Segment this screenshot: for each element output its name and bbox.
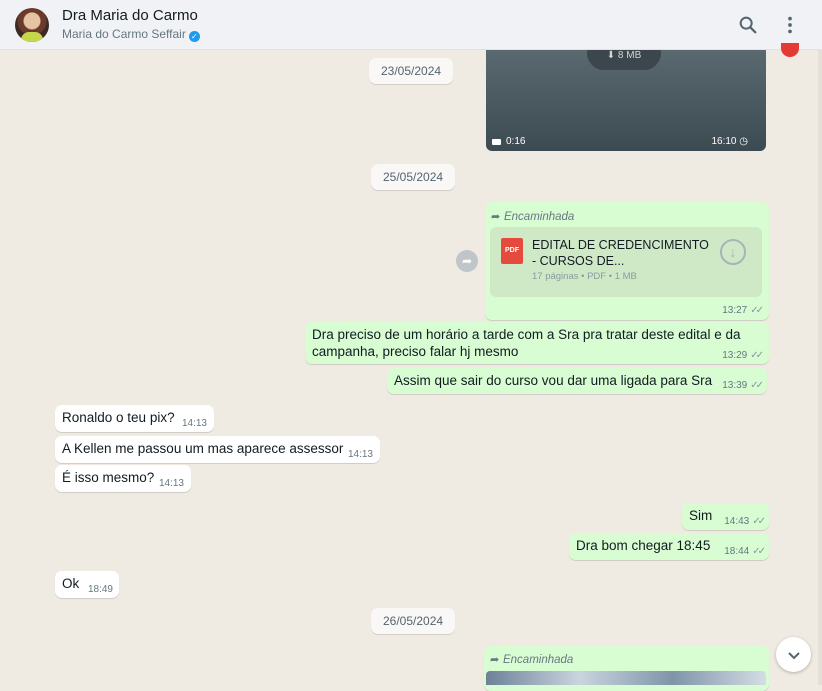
video-size: 8 MB — [617, 50, 642, 61]
message-time: 14:13 — [158, 478, 184, 489]
double-check-icon: ✓✓ — [752, 516, 766, 527]
message-text: Dra preciso de um horário a tarde com a … — [312, 327, 741, 359]
video-download-button[interactable]: ⬇ 8 MB — [587, 50, 661, 70]
message-text: A Kellen me passou um mas aparece assess… — [62, 441, 344, 456]
avatar[interactable] — [15, 8, 49, 42]
message-text: Sim — [689, 508, 713, 523]
message-meta: 18:44 ✓✓ — [724, 546, 766, 557]
message-bubble-outgoing[interactable]: Dra bom chegar 18:45 18:44 ✓✓ — [569, 533, 769, 560]
message-bubble-outgoing[interactable]: Dra preciso de um horário a tarde com a … — [305, 322, 769, 364]
message-time: 14:13 — [181, 418, 207, 429]
message-time: 18:49 — [87, 584, 113, 595]
date-separator: 26/05/2024 — [371, 608, 456, 634]
video-camera-icon — [492, 139, 501, 145]
date-separator: 23/05/2024 — [369, 58, 454, 84]
message-bubble-incoming[interactable]: É isso mesmo? 14:13 — [55, 465, 191, 492]
pdf-icon: PDF — [501, 238, 523, 264]
message-text: Ok — [62, 576, 80, 591]
message-meta: 13:29 ✓✓ — [722, 350, 764, 361]
message-time: 13:29 — [722, 350, 748, 361]
image-thumbnail[interactable] — [486, 671, 766, 685]
message-time: 14:43 — [724, 516, 750, 527]
chat-header: Dra Maria do Carmo Maria do Carmo Seffai… — [0, 0, 822, 50]
double-check-icon: ✓✓ — [750, 305, 764, 316]
forward-button[interactable]: ➦ — [456, 250, 478, 272]
message-bubble-incoming[interactable]: A Kellen me passou um mas aparece assess… — [55, 436, 380, 463]
forward-arrow-icon: ➦ — [490, 654, 500, 666]
clock-icon: ◷ — [739, 136, 748, 147]
scrollbar[interactable] — [818, 50, 822, 685]
forwarded-label: ➦ Encaminhada — [491, 208, 574, 223]
double-check-icon: ✓✓ — [752, 546, 766, 557]
document-name: EDITAL DE CREDENCIMENTO - CURSOS DE... — [532, 238, 709, 268]
double-check-icon: ✓✓ — [750, 380, 764, 391]
message-time: 18:44 — [724, 546, 750, 557]
message-time: 13:27 — [722, 305, 748, 316]
contact-subtitle: Maria do Carmo Seffair ✓ — [62, 27, 200, 42]
download-icon[interactable]: ↓ — [720, 239, 746, 265]
contact-subtitle-text: Maria do Carmo Seffair — [62, 27, 186, 41]
message-meta: 13:27 ✓✓ — [722, 305, 764, 316]
verified-icon: ✓ — [188, 31, 200, 42]
chevron-down-icon — [787, 652, 800, 660]
message-meta: 14:43 ✓✓ — [724, 516, 766, 527]
date-separator: 25/05/2024 — [371, 164, 456, 190]
contact-name[interactable]: Dra Maria do Carmo — [62, 7, 198, 24]
double-check-icon: ✓✓ — [750, 350, 764, 361]
message-bubble-incoming[interactable]: Ok 18:49 — [55, 571, 119, 598]
message-text: Dra bom chegar 18:45 — [576, 538, 711, 553]
document-card[interactable]: PDF EDITAL DE CREDENCIMENTO - CURSOS DE.… — [490, 227, 762, 297]
message-text: É isso mesmo? — [62, 470, 155, 485]
message-text: Assim que sair do curso vou dar uma liga… — [394, 373, 713, 388]
video-time: 16:10 ◷ — [711, 136, 748, 147]
message-bubble-incoming[interactable]: Ronaldo o teu pix? 14:13 — [55, 405, 214, 432]
forwarded-text: Encaminhada — [503, 211, 575, 223]
forward-arrow-icon: ➦ — [491, 211, 501, 223]
more-vertical-icon[interactable] — [779, 14, 801, 36]
video-message[interactable]: ⬇ 8 MB 0:16 16:10 ◷ — [486, 50, 766, 151]
message-meta: 13:39 ✓✓ — [722, 380, 764, 391]
message-text: Ronaldo o teu pix? — [62, 410, 175, 425]
video-duration: 0:16 — [506, 136, 526, 147]
message-bubble-outgoing[interactable]: Sim 14:43 ✓✓ — [682, 503, 769, 530]
document-meta: 17 páginas • PDF • 1 MB — [532, 271, 637, 282]
message-time: 13:39 — [722, 380, 748, 391]
forwarded-text: Encaminhada — [502, 654, 574, 666]
search-icon[interactable] — [737, 14, 759, 36]
video-time-text: 16:10 — [711, 136, 737, 147]
forwarded-label: ➦ Encaminhada — [490, 651, 573, 666]
scroll-down-button[interactable] — [776, 637, 811, 672]
message-bubble-outgoing[interactable]: Assim que sair do curso vou dar uma liga… — [387, 368, 767, 394]
message-time: 14:13 — [347, 449, 373, 460]
